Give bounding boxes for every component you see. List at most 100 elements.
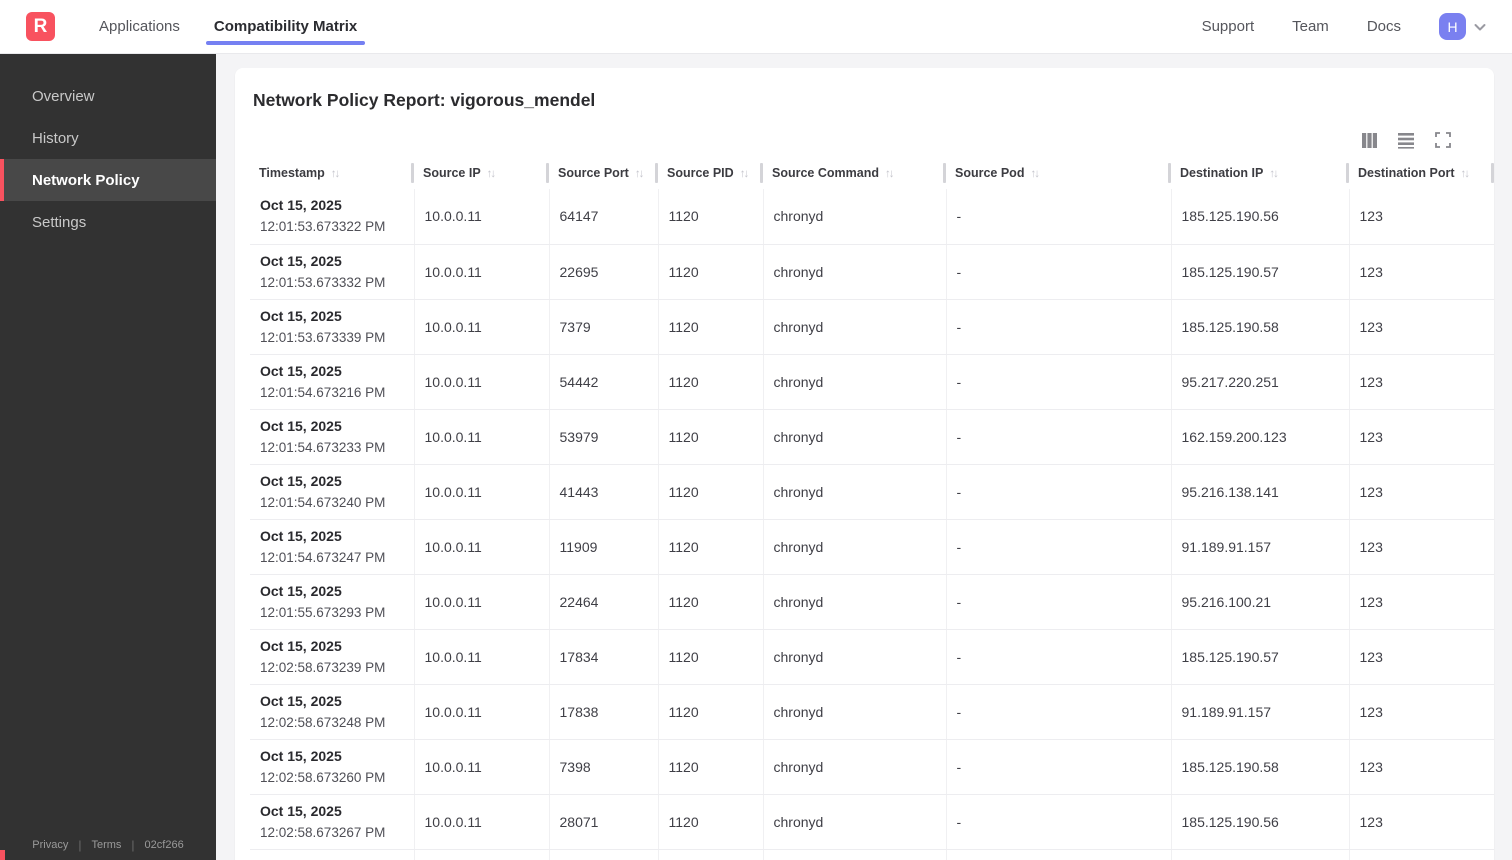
nav-link-team[interactable]: Team [1292,18,1329,35]
table-row[interactable]: Oct 15, 2025 12:01:53.673339 PM 10.0.0.11 7… [250,299,1494,355]
table-row[interactable]: Oct 15, 2025 12:02:58.673248 PM 10.0.0.11 1… [250,684,1494,740]
source-port-cell: 11909 [549,519,659,575]
page-title: Network Policy Report: vigorous_mendel [253,90,596,110]
chevron-down-icon[interactable] [1472,19,1488,35]
dest-port-cell: 123 [1349,354,1494,410]
avatar[interactable]: H [1439,13,1466,40]
source-pid-cell: 1120 [658,739,764,795]
dest-port-cell: 123 [1349,574,1494,630]
column-header-source-port[interactable]: Source Port ↑↓ [549,161,658,189]
table-row[interactable]: Oct 15, 2025 12:01:54.673240 PM 10.0.0.11 4… [250,464,1494,520]
timestamp-cell: Oct 15, 2025 12:02:58.673260 PM [250,739,415,795]
source-port-cell: 64147 [549,189,659,245]
dest-port-cell: 123 [1349,299,1494,355]
sort-icon[interactable]: ↑↓ [487,168,496,180]
source-pid-cell: 1120 [658,244,764,300]
dest-ip-cell: 185.125.190.57 [1171,629,1350,685]
timestamp-cell: Oct 15, 2025 12:01:53.673339 PM [250,299,415,355]
footer-divider: | [131,838,135,852]
column-header-source-ip[interactable]: Source IP ↑↓ [414,161,549,189]
source-port-cell: 22464 [549,574,659,630]
terms-link[interactable]: Terms [91,839,121,851]
source-pod-cell: - [946,519,1172,575]
dest-ip-cell: 185.125.190.57 [1171,244,1350,300]
privacy-link[interactable]: Privacy [32,839,68,851]
table-row[interactable]: Oct 15, 2025 12:01:54.673247 PM 10.0.0.11 1… [250,519,1494,575]
sort-icon[interactable]: ↑↓ [1030,168,1039,180]
table-row[interactable]: Oct 15, 2025 12:02:58.673267 PM 10.0.0.11 2… [250,794,1494,850]
column-header-source-command[interactable]: Source Command ↑↓ [763,161,946,189]
source-pid-cell: 1120 [658,574,764,630]
timestamp-time: 12:02:58.673260 PM [260,769,386,785]
table-toolbar [250,131,1494,149]
source-command-cell: chronyd [763,409,947,465]
timestamp-date: Oct 15, 2025 [260,692,342,709]
nav-tab-applications[interactable]: Applications [91,0,188,54]
source-port-cell: 17838 [549,684,659,740]
source-pid-cell: 1120 [658,464,764,520]
user-menu[interactable]: H [1439,13,1488,40]
source-pid-cell: 1120 [658,794,764,850]
sidebar-item-network-policy[interactable]: Network Policy [0,159,216,201]
sidebar-item-settings[interactable]: Settings [0,201,216,243]
dest-port-cell: 123 [1349,629,1494,685]
timestamp-time: 12:02:58.673248 PM [260,714,386,730]
dest-port-cell: 123 [1349,464,1494,520]
dest-ip-cell: 162.159.200.123 [1171,409,1350,465]
sort-icon[interactable]: ↑↓ [1269,168,1278,180]
source-pod-cell: - [946,299,1172,355]
app-logo[interactable]: R [26,12,55,41]
dest-port-cell: 123 [1349,189,1494,245]
timestamp-time: 12:01:54.673240 PM [260,494,386,510]
timestamp-time: 12:02:58.673267 PM [260,824,386,840]
table-row[interactable]: Oct 15, 2025 12:01:54.673216 PM 10.0.0.11 5… [250,354,1494,410]
table-row[interactable]: Oct 15, 2025 12:01:53.673332 PM 10.0.0.11 2… [250,244,1494,300]
table-row[interactable]: Oct 15, 2025 12:01:54.673233 PM 10.0.0.11 5… [250,409,1494,465]
expand-icon[interactable] [1434,131,1452,149]
column-header-source-pod[interactable]: Source Pod ↑↓ [946,161,1171,189]
columns-icon[interactable] [1360,131,1378,149]
table-row[interactable]: Oct 15, 2025 12:02:58.673260 PM 10.0.0.11 7… [250,739,1494,795]
timestamp-cell: Oct 15, 2025 12:01:54.673233 PM [250,409,415,465]
dest-ip-cell: 185.125.190.56 [1171,794,1350,850]
nav-link-docs[interactable]: Docs [1367,18,1401,35]
dest-ip-cell: 95.216.138.141 [1171,464,1350,520]
timestamp-date: Oct 15, 2025 [260,307,342,324]
corner-accent [0,850,5,860]
dest-port-cell: 123 [1349,244,1494,300]
source-port-cell: 7379 [549,299,659,355]
table-row[interactable]: Oct 15, 2025 12:02:58.673239 PM 10.0.0.11 1… [250,629,1494,685]
main-content: Network Policy Report: vigorous_mendel T… [216,54,1512,860]
dest-ip-cell: 185.125.190.56 [1171,189,1350,245]
sidebar-item-history[interactable]: History [0,117,216,159]
source-pid-cell: 1120 [658,684,764,740]
column-header-destination-port[interactable]: Destination Port ↑↓ [1349,161,1494,189]
source-port-cell: 54442 [549,354,659,410]
column-header-destination-ip[interactable]: Destination IP ↑↓ [1171,161,1349,189]
source-ip-cell: 10.0.0.11 [414,574,550,630]
column-header-source-pid[interactable]: Source PID ↑↓ [658,161,763,189]
source-pod-cell: - [946,574,1172,630]
sort-icon[interactable]: ↑↓ [635,168,644,180]
sort-icon[interactable]: ↑↓ [331,168,340,180]
column-header-timestamp[interactable]: Timestamp ↑↓ [250,161,414,189]
source-pod-cell: - [946,684,1172,740]
nav-tab-compatibility-matrix[interactable]: Compatibility Matrix [205,0,366,54]
sidebar-item-overview[interactable]: Overview [0,75,216,117]
navbar-right: Support Team Docs H [1202,13,1512,40]
table-row[interactable]: Oct 15, 2025 [250,849,1494,860]
nav-link-support[interactable]: Support [1202,18,1255,35]
source-port-cell: 28071 [549,794,659,850]
timestamp-date: Oct 15, 2025 [260,747,342,764]
timestamp-time: 12:01:53.673339 PM [260,329,386,345]
column-label: Source Port [558,166,629,180]
timestamp-time: 12:02:58.673239 PM [260,659,386,675]
timestamp-cell: Oct 15, 2025 12:01:54.673216 PM [250,354,415,410]
sort-icon[interactable]: ↑↓ [1461,168,1470,180]
table-row[interactable]: Oct 15, 2025 12:01:53.673322 PM 10.0.0.11 6… [250,189,1494,245]
sort-icon[interactable]: ↑↓ [885,168,894,180]
rows-icon[interactable] [1397,131,1415,149]
table-row[interactable]: Oct 15, 2025 12:01:55.673293 PM 10.0.0.11 2… [250,574,1494,630]
sort-icon[interactable]: ↑↓ [740,168,749,180]
source-pod-cell: - [946,629,1172,685]
